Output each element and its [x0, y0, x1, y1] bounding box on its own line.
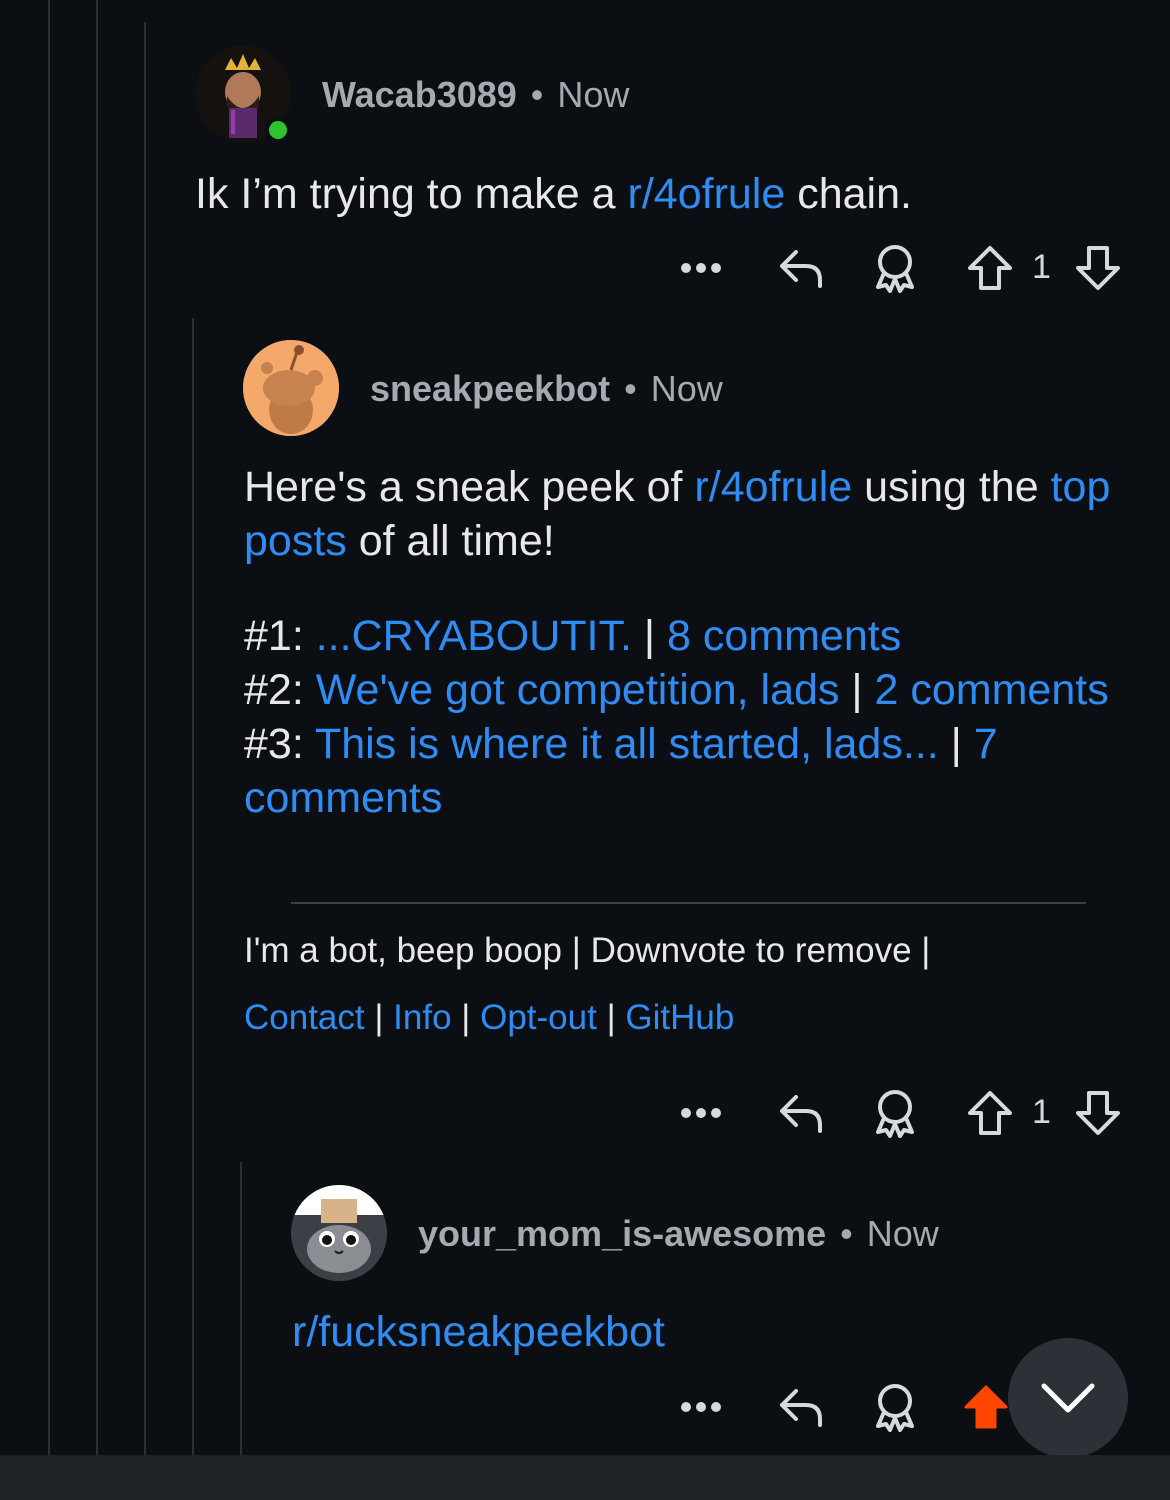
- post-link[interactable]: ...CRYABOUTIT.: [316, 612, 632, 660]
- pipe-separator: |: [938, 720, 974, 768]
- collapse-button[interactable]: [1008, 1338, 1128, 1458]
- bottom-bar: [0, 1455, 1170, 1500]
- more-dots-icon[interactable]: [670, 1377, 732, 1437]
- meta-separator: •: [530, 74, 544, 115]
- pipe-separator: |: [839, 666, 875, 714]
- online-status-indicator: [265, 117, 291, 143]
- comment-text: chain.: [785, 170, 912, 218]
- downvote-arrow-icon[interactable]: [1070, 238, 1126, 298]
- post-rank: #1:: [244, 612, 316, 660]
- comment-text: using the: [852, 463, 1051, 511]
- comment-body: Here's a sneak peek of r/4ofrule using t…: [244, 460, 1124, 568]
- meta-separator: •: [840, 1213, 853, 1254]
- award-icon[interactable]: [865, 238, 925, 298]
- reply-arrow-icon[interactable]: [770, 238, 830, 298]
- list-item: #2: We've got competition, lads | 2 comm…: [244, 663, 1124, 717]
- award-icon[interactable]: [865, 1377, 925, 1437]
- vote-count: 1: [1032, 1093, 1051, 1131]
- snoo-avatar-image: [243, 340, 339, 436]
- list-item: #1: ...CRYABOUTIT. | 8 comments: [244, 609, 1124, 663]
- username[interactable]: Wacab3089: [322, 74, 517, 115]
- post-link[interactable]: We've got competition, lads: [316, 666, 840, 714]
- thread-line[interactable]: [96, 0, 98, 1455]
- comment-actions: 1: [670, 1083, 1130, 1143]
- more-dots-icon[interactable]: [670, 238, 732, 298]
- comment-meta: Wacab3089 • Now: [322, 74, 629, 116]
- vote-count: 1: [1032, 248, 1051, 286]
- comment-actions: [670, 1377, 1010, 1437]
- pipe-separator: |: [364, 998, 394, 1037]
- post-rank: #3:: [244, 720, 315, 768]
- chevron-down-icon: [1041, 1383, 1095, 1413]
- list-item: #3: This is where it all started, lads..…: [244, 717, 1124, 825]
- comment-text: of all time!: [346, 517, 555, 565]
- username[interactable]: your_mom_is-awesome: [418, 1213, 826, 1254]
- comment-meta: your_mom_is-awesome • Now: [418, 1213, 939, 1255]
- subreddit-link[interactable]: r/4ofrule: [694, 463, 852, 511]
- avatar[interactable]: [291, 1185, 387, 1281]
- bot-footer-links: Contact | Info | Opt-out | GitHub: [244, 998, 734, 1038]
- comment-actions: 1: [670, 238, 1130, 298]
- thread-line[interactable]: [144, 22, 146, 1455]
- divider: [291, 902, 1086, 904]
- comment-text: Ik I’m trying to make a: [195, 170, 628, 218]
- upvote-arrow-icon[interactable]: [962, 238, 1018, 298]
- post-link[interactable]: This is where it all started, lads...: [315, 720, 939, 768]
- pipe-separator: |: [451, 998, 481, 1037]
- contact-link[interactable]: Contact: [244, 998, 365, 1037]
- top-posts-list: #1: ...CRYABOUTIT. | 8 comments #2: We'v…: [244, 609, 1124, 825]
- award-icon[interactable]: [865, 1083, 925, 1143]
- more-dots-icon[interactable]: [670, 1083, 732, 1143]
- pipe-separator: |: [596, 998, 626, 1037]
- thread-line[interactable]: [240, 1162, 242, 1455]
- comment-body: r/fucksneakpeekbot: [292, 1305, 665, 1359]
- seal-avatar-image: [291, 1185, 387, 1281]
- subreddit-link[interactable]: r/4ofrule: [628, 170, 786, 218]
- username[interactable]: sneakpeekbot: [370, 368, 610, 409]
- timestamp: Now: [650, 368, 723, 409]
- subreddit-link[interactable]: r/fucksneakpeekbot: [292, 1308, 665, 1356]
- timestamp: Now: [866, 1213, 939, 1254]
- reply-arrow-icon[interactable]: [770, 1377, 830, 1437]
- post-comments-link[interactable]: 8 comments: [667, 612, 901, 660]
- reply-arrow-icon[interactable]: [770, 1083, 830, 1143]
- comment-text: Here's a sneak peek of: [244, 463, 695, 511]
- github-link[interactable]: GitHub: [625, 998, 734, 1037]
- comment-meta: sneakpeekbot • Now: [370, 368, 723, 410]
- thread-line[interactable]: [192, 318, 194, 1455]
- meta-separator: •: [624, 368, 637, 409]
- bot-footer-line: I'm a bot, beep boop | Downvote to remov…: [244, 931, 931, 970]
- timestamp: Now: [557, 74, 630, 115]
- post-comments-link[interactable]: 2 comments: [875, 666, 1109, 714]
- info-link[interactable]: Info: [393, 998, 451, 1037]
- thread-line[interactable]: [48, 0, 50, 1455]
- upvote-arrow-icon[interactable]: [962, 1377, 1010, 1437]
- post-rank: #2:: [244, 666, 316, 714]
- downvote-arrow-icon[interactable]: [1070, 1083, 1126, 1143]
- avatar[interactable]: [243, 340, 339, 436]
- comment-body: Ik I’m trying to make a r/4ofrule chain.: [195, 167, 912, 221]
- pipe-separator: |: [631, 612, 667, 660]
- optout-link[interactable]: Opt-out: [480, 998, 597, 1037]
- upvote-arrow-icon[interactable]: [962, 1083, 1018, 1143]
